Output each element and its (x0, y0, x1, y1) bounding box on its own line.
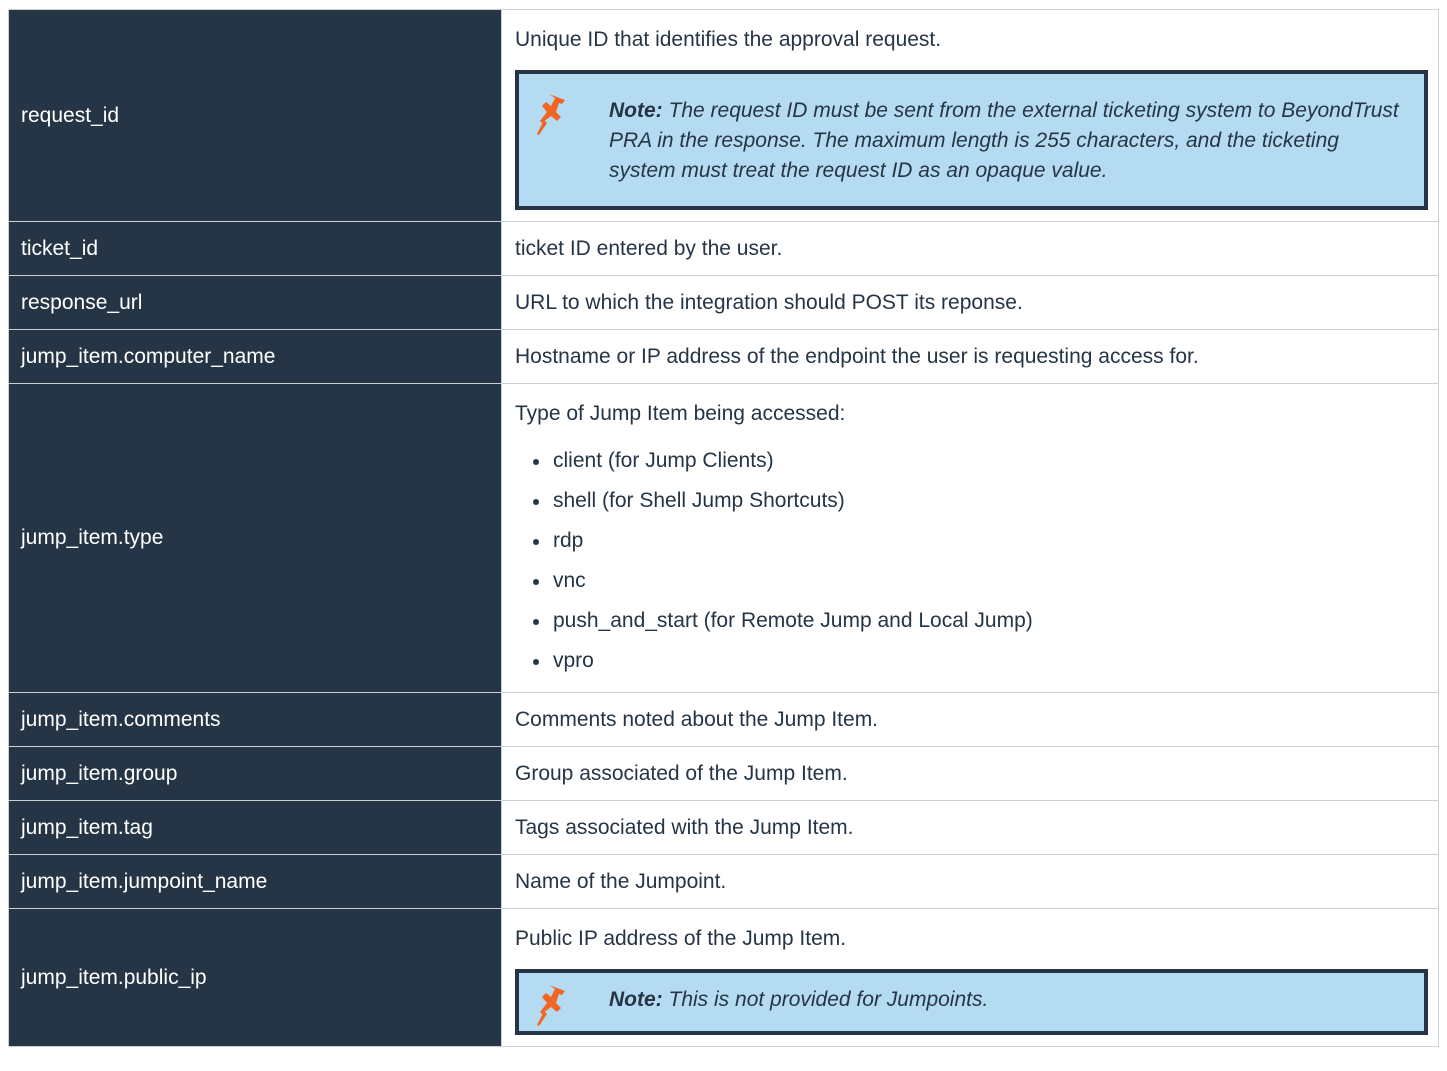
param-name: ticket_id (8, 221, 502, 276)
table-row: response_url URL to which the integratio… (8, 275, 1439, 330)
list-item: vpro (533, 641, 1428, 681)
table-row: jump_item.computer_name Hostname or IP a… (8, 329, 1439, 384)
param-description: Hostname or IP address of the endpoint t… (501, 329, 1439, 384)
note-text: This is not provided for Jumpoints. (662, 988, 989, 1011)
table-row: jump_item.comments Comments noted about … (8, 692, 1439, 747)
parameter-table: request_id Unique ID that identifies the… (8, 9, 1439, 1047)
table-row: jump_item.group Group associated of the … (8, 746, 1439, 801)
type-list: client (for Jump Clients) shell (for She… (515, 441, 1428, 681)
param-description: Type of Jump Item being accessed: client… (501, 383, 1439, 693)
note-label: Note: (609, 99, 663, 122)
description-text: Type of Jump Item being accessed: (515, 402, 846, 425)
param-description: URL to which the integration should POST… (501, 275, 1439, 330)
table-row: jump_item.type Type of Jump Item being a… (8, 383, 1439, 693)
param-name: jump_item.tag (8, 800, 502, 855)
param-description: Tags associated with the Jump Item. (501, 800, 1439, 855)
param-name: jump_item.comments (8, 692, 502, 747)
list-item: rdp (533, 521, 1428, 561)
table-row: jump_item.tag Tags associated with the J… (8, 800, 1439, 855)
param-description: Unique ID that identifies the approval r… (501, 9, 1439, 222)
note-label: Note: (609, 988, 663, 1011)
description-text: Unique ID that identifies the approval r… (515, 28, 942, 51)
param-name: response_url (8, 275, 502, 330)
list-item: push_and_start (for Remote Jump and Loca… (533, 601, 1428, 641)
table-row: jump_item.public_ip Public IP address of… (8, 908, 1439, 1047)
param-description: Name of the Jumpoint. (501, 854, 1439, 909)
note-box: Note: The request ID must be sent from t… (515, 70, 1428, 210)
param-description: ticket ID entered by the user. (501, 221, 1439, 276)
description-text: Public IP address of the Jump Item. (515, 927, 847, 950)
list-item: vnc (533, 561, 1428, 601)
note-text: The request ID must be sent from the ext… (609, 99, 1399, 182)
param-description: Comments noted about the Jump Item. (501, 692, 1439, 747)
pushpin-icon (537, 985, 565, 1026)
table-row: request_id Unique ID that identifies the… (8, 9, 1439, 222)
list-item: shell (for Shell Jump Shortcuts) (533, 481, 1428, 521)
table-row: ticket_id ticket ID entered by the user. (8, 221, 1439, 276)
param-description: Group associated of the Jump Item. (501, 746, 1439, 801)
list-item: client (for Jump Clients) (533, 441, 1428, 481)
param-name: jump_item.public_ip (8, 908, 502, 1047)
param-name: jump_item.type (8, 383, 502, 693)
param-name: jump_item.computer_name (8, 329, 502, 384)
pushpin-icon (537, 94, 565, 135)
note-box: Note: This is not provided for Jumpoints… (515, 969, 1428, 1035)
table-row: jump_item.jumpoint_name Name of the Jump… (8, 854, 1439, 909)
param-description: Public IP address of the Jump Item. Note… (501, 908, 1439, 1047)
param-name: jump_item.group (8, 746, 502, 801)
param-name: jump_item.jumpoint_name (8, 854, 502, 909)
param-name: request_id (8, 9, 502, 222)
